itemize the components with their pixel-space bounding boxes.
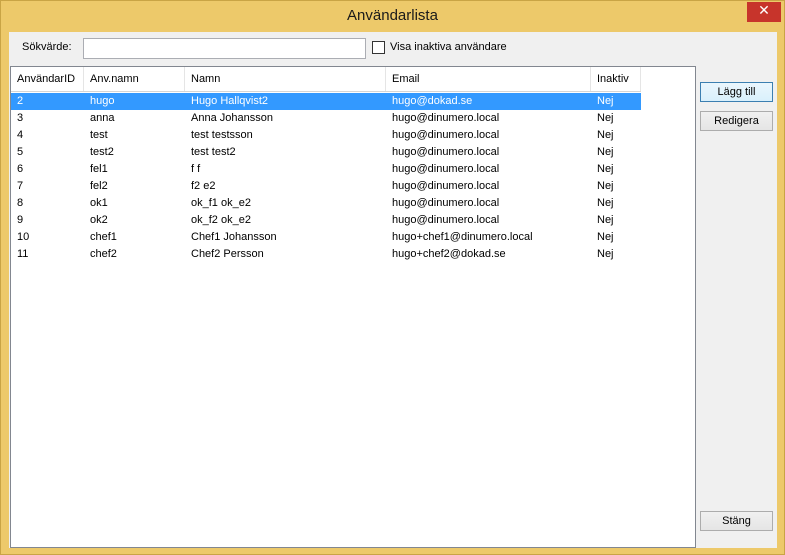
table-cell: 8 bbox=[17, 197, 24, 209]
table-cell: test testsson bbox=[191, 129, 253, 141]
table-cell: ok_f2 ok_e2 bbox=[191, 214, 251, 226]
checkbox-box[interactable] bbox=[372, 41, 385, 54]
table-cell: Nej bbox=[597, 95, 614, 107]
table-cell: Chef1 Johansson bbox=[191, 231, 277, 243]
table-row[interactable]: 2 hugo Hugo Hallqvist2 hugo@dokad.se Nej bbox=[11, 93, 641, 110]
table-cell: f2 e2 bbox=[191, 180, 216, 192]
table-cell: test2 bbox=[90, 146, 114, 158]
table-cell: hugo@dinumero.local bbox=[392, 146, 500, 158]
table-cell: f f bbox=[191, 163, 201, 175]
window-title: Användarlista bbox=[347, 7, 438, 24]
user-list-window: Användarlista ✕ Sökvärde: Visa inaktiva … bbox=[0, 0, 785, 555]
table-cell: chef2 bbox=[90, 248, 117, 260]
table-cell: Nej bbox=[597, 180, 614, 192]
table-cell: 6 bbox=[17, 163, 24, 175]
table-cell: hugo@dinumero.local bbox=[392, 214, 500, 226]
table-cell: hugo@dinumero.local bbox=[392, 180, 500, 192]
title-bar[interactable]: Användarlista ✕ bbox=[1, 1, 784, 32]
table-row[interactable]: 10 chef1 Chef1 Johansson hugo+chef1@dinumer… bbox=[11, 229, 641, 246]
table-row[interactable]: 5 test2 test test2 hugo@dinumero.local Nej bbox=[11, 144, 641, 161]
column-header-name[interactable]: Namn bbox=[185, 67, 386, 91]
table-cell: hugo@dinumero.local bbox=[392, 129, 500, 141]
table-cell: hugo@dinumero.local bbox=[392, 197, 500, 209]
table-cell: 3 bbox=[17, 112, 24, 124]
close-button[interactable]: Stäng bbox=[700, 511, 773, 531]
table-cell: chef1 bbox=[90, 231, 117, 243]
table-cell: 10 bbox=[17, 231, 30, 243]
client-area: Sökvärde: Visa inaktiva användare Använd… bbox=[9, 32, 777, 548]
table-cell: 11 bbox=[17, 248, 29, 260]
user-table[interactable]: AnvändarID Anv.namn Namn Email Inaktiv 2… bbox=[10, 66, 696, 548]
table-cell: hugo bbox=[90, 95, 115, 107]
table-cell: Nej bbox=[597, 197, 614, 209]
table-cell: Nej bbox=[597, 163, 614, 175]
table-cell: anna bbox=[90, 112, 115, 124]
column-header-userid[interactable]: AnvändarID bbox=[11, 67, 84, 91]
table-cell: 4 bbox=[17, 129, 24, 141]
table-cell: Nej bbox=[597, 112, 614, 124]
table-row[interactable]: 8 ok1 ok_f1 ok_e2 hugo@dinumero.local Nej bbox=[11, 195, 641, 212]
table-cell: fel2 bbox=[90, 180, 108, 192]
table-cell: Nej bbox=[597, 214, 614, 226]
table-cell: hugo@dinumero.local bbox=[392, 163, 500, 175]
table-row[interactable]: 11 chef2 Chef2 Persson hugo+chef2@dokad.se N… bbox=[11, 246, 641, 263]
table-cell: hugo+chef1@dinumero.local bbox=[392, 231, 533, 243]
close-window-button[interactable]: ✕ bbox=[747, 2, 781, 22]
show-inactive-label: Visa inaktiva användare bbox=[390, 41, 507, 53]
table-cell: 5 bbox=[17, 146, 24, 158]
table-cell: 2 bbox=[17, 95, 24, 107]
table-cell: 9 bbox=[17, 214, 24, 226]
table-cell: hugo@dinumero.local bbox=[392, 112, 500, 124]
column-header-email[interactable]: Email bbox=[386, 67, 591, 91]
close-icon: ✕ bbox=[758, 3, 770, 19]
table-cell: ok2 bbox=[90, 214, 108, 226]
table-cell: Anna Johansson bbox=[191, 112, 273, 124]
table-row[interactable]: 6 fel1 f f hugo@dinumero.local Nej bbox=[11, 161, 641, 178]
table-cell: Chef2 Persson bbox=[191, 248, 264, 260]
column-header-inactive[interactable]: Inaktiv bbox=[591, 67, 641, 91]
table-cell: 7 bbox=[17, 180, 24, 192]
table-cell: Nej bbox=[597, 248, 614, 260]
search-label: Sökvärde: bbox=[22, 41, 72, 53]
add-button[interactable]: Lägg till bbox=[700, 82, 773, 102]
table-cell: Nej bbox=[597, 129, 614, 141]
table-header: AnvändarID Anv.namn Namn Email Inaktiv bbox=[11, 67, 641, 92]
table-cell: hugo@dokad.se bbox=[392, 95, 473, 107]
table-cell: Nej bbox=[597, 146, 614, 158]
table-cell: test bbox=[90, 129, 108, 141]
table-cell: fel1 bbox=[90, 163, 108, 175]
table-row[interactable]: 7 fel2 f2 e2 hugo@dinumero.local Nej bbox=[11, 178, 641, 195]
table-cell: Nej bbox=[597, 231, 614, 243]
search-input[interactable] bbox=[83, 38, 366, 59]
table-row[interactable]: 9 ok2 ok_f2 ok_e2 hugo@dinumero.local Nej bbox=[11, 212, 641, 229]
column-header-username[interactable]: Anv.namn bbox=[84, 67, 185, 91]
table-cell: ok1 bbox=[90, 197, 108, 209]
edit-button[interactable]: Redigera bbox=[700, 111, 773, 131]
table-cell: test test2 bbox=[191, 146, 236, 158]
table-cell: ok_f1 ok_e2 bbox=[191, 197, 251, 209]
table-cell: hugo+chef2@dokad.se bbox=[392, 248, 506, 260]
table-row[interactable]: 4 test test testsson hugo@dinumero.local Nej bbox=[11, 127, 641, 144]
table-cell: Hugo Hallqvist2 bbox=[191, 95, 269, 107]
table-row[interactable]: 3 anna Anna Johansson hugo@dinumero.local Ne… bbox=[11, 110, 641, 127]
